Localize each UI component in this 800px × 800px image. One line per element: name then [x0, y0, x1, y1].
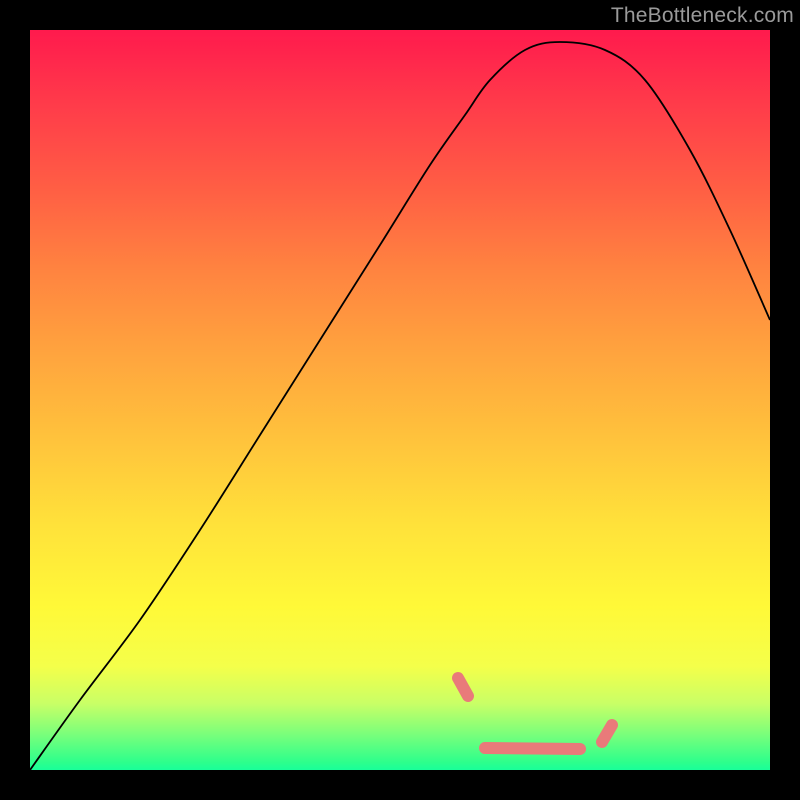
chart-frame: TheBottleneck.com [0, 0, 800, 800]
marker-segment-1 [485, 748, 580, 749]
marker-segment-2 [602, 725, 612, 742]
chart-svg [30, 30, 770, 770]
marker-segment-0 [458, 678, 468, 696]
chart-plot-area [30, 30, 770, 770]
watermark-text: TheBottleneck.com [611, 4, 794, 28]
bottleneck-curve [30, 42, 770, 770]
marker-group [458, 678, 612, 749]
